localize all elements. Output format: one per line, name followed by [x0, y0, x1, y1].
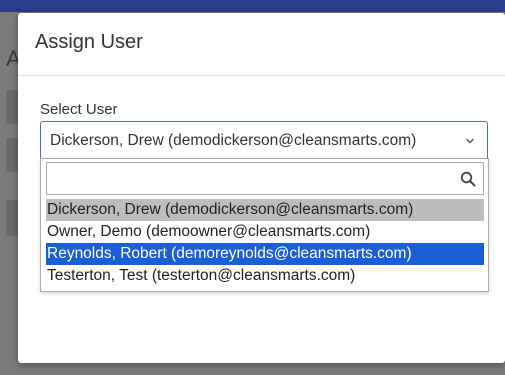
search-field[interactable] [46, 162, 484, 195]
background-control [6, 90, 18, 124]
select-user-dropdown[interactable]: Dickerson, Drew (demodickerson@cleansmar… [40, 121, 488, 159]
search-input[interactable] [47, 163, 452, 194]
user-options-dropdown: Dickerson, Drew (demodickerson@cleansmar… [40, 158, 489, 292]
search-icon [460, 171, 476, 187]
app-topbar [0, 0, 505, 12]
modal-header: Assign User [18, 13, 505, 76]
option-reynolds-robert[interactable]: Reynolds, Robert (demoreynolds@cleansmar… [46, 243, 484, 265]
selected-user-value: Dickerson, Drew (demodickerson@cleansmar… [50, 132, 417, 149]
select-user-label: Select User [40, 101, 118, 118]
background-control [6, 200, 18, 236]
modal-title: Assign User [35, 31, 143, 53]
options-list: Dickerson, Drew (demodickerson@cleansmar… [46, 199, 484, 287]
option-dickerson-drew[interactable]: Dickerson, Drew (demodickerson@cleansmar… [46, 199, 484, 221]
option-owner-demo[interactable]: Owner, Demo (demoowner@cleansmarts.com) [46, 221, 484, 243]
chevron-down-icon[interactable] [465, 136, 475, 146]
background-control [6, 138, 18, 172]
option-testerton-test[interactable]: Testerton, Test (testerton@cleansmarts.c… [46, 265, 484, 287]
assign-user-modal: Assign User Select User Dickerson, Drew … [18, 13, 505, 363]
